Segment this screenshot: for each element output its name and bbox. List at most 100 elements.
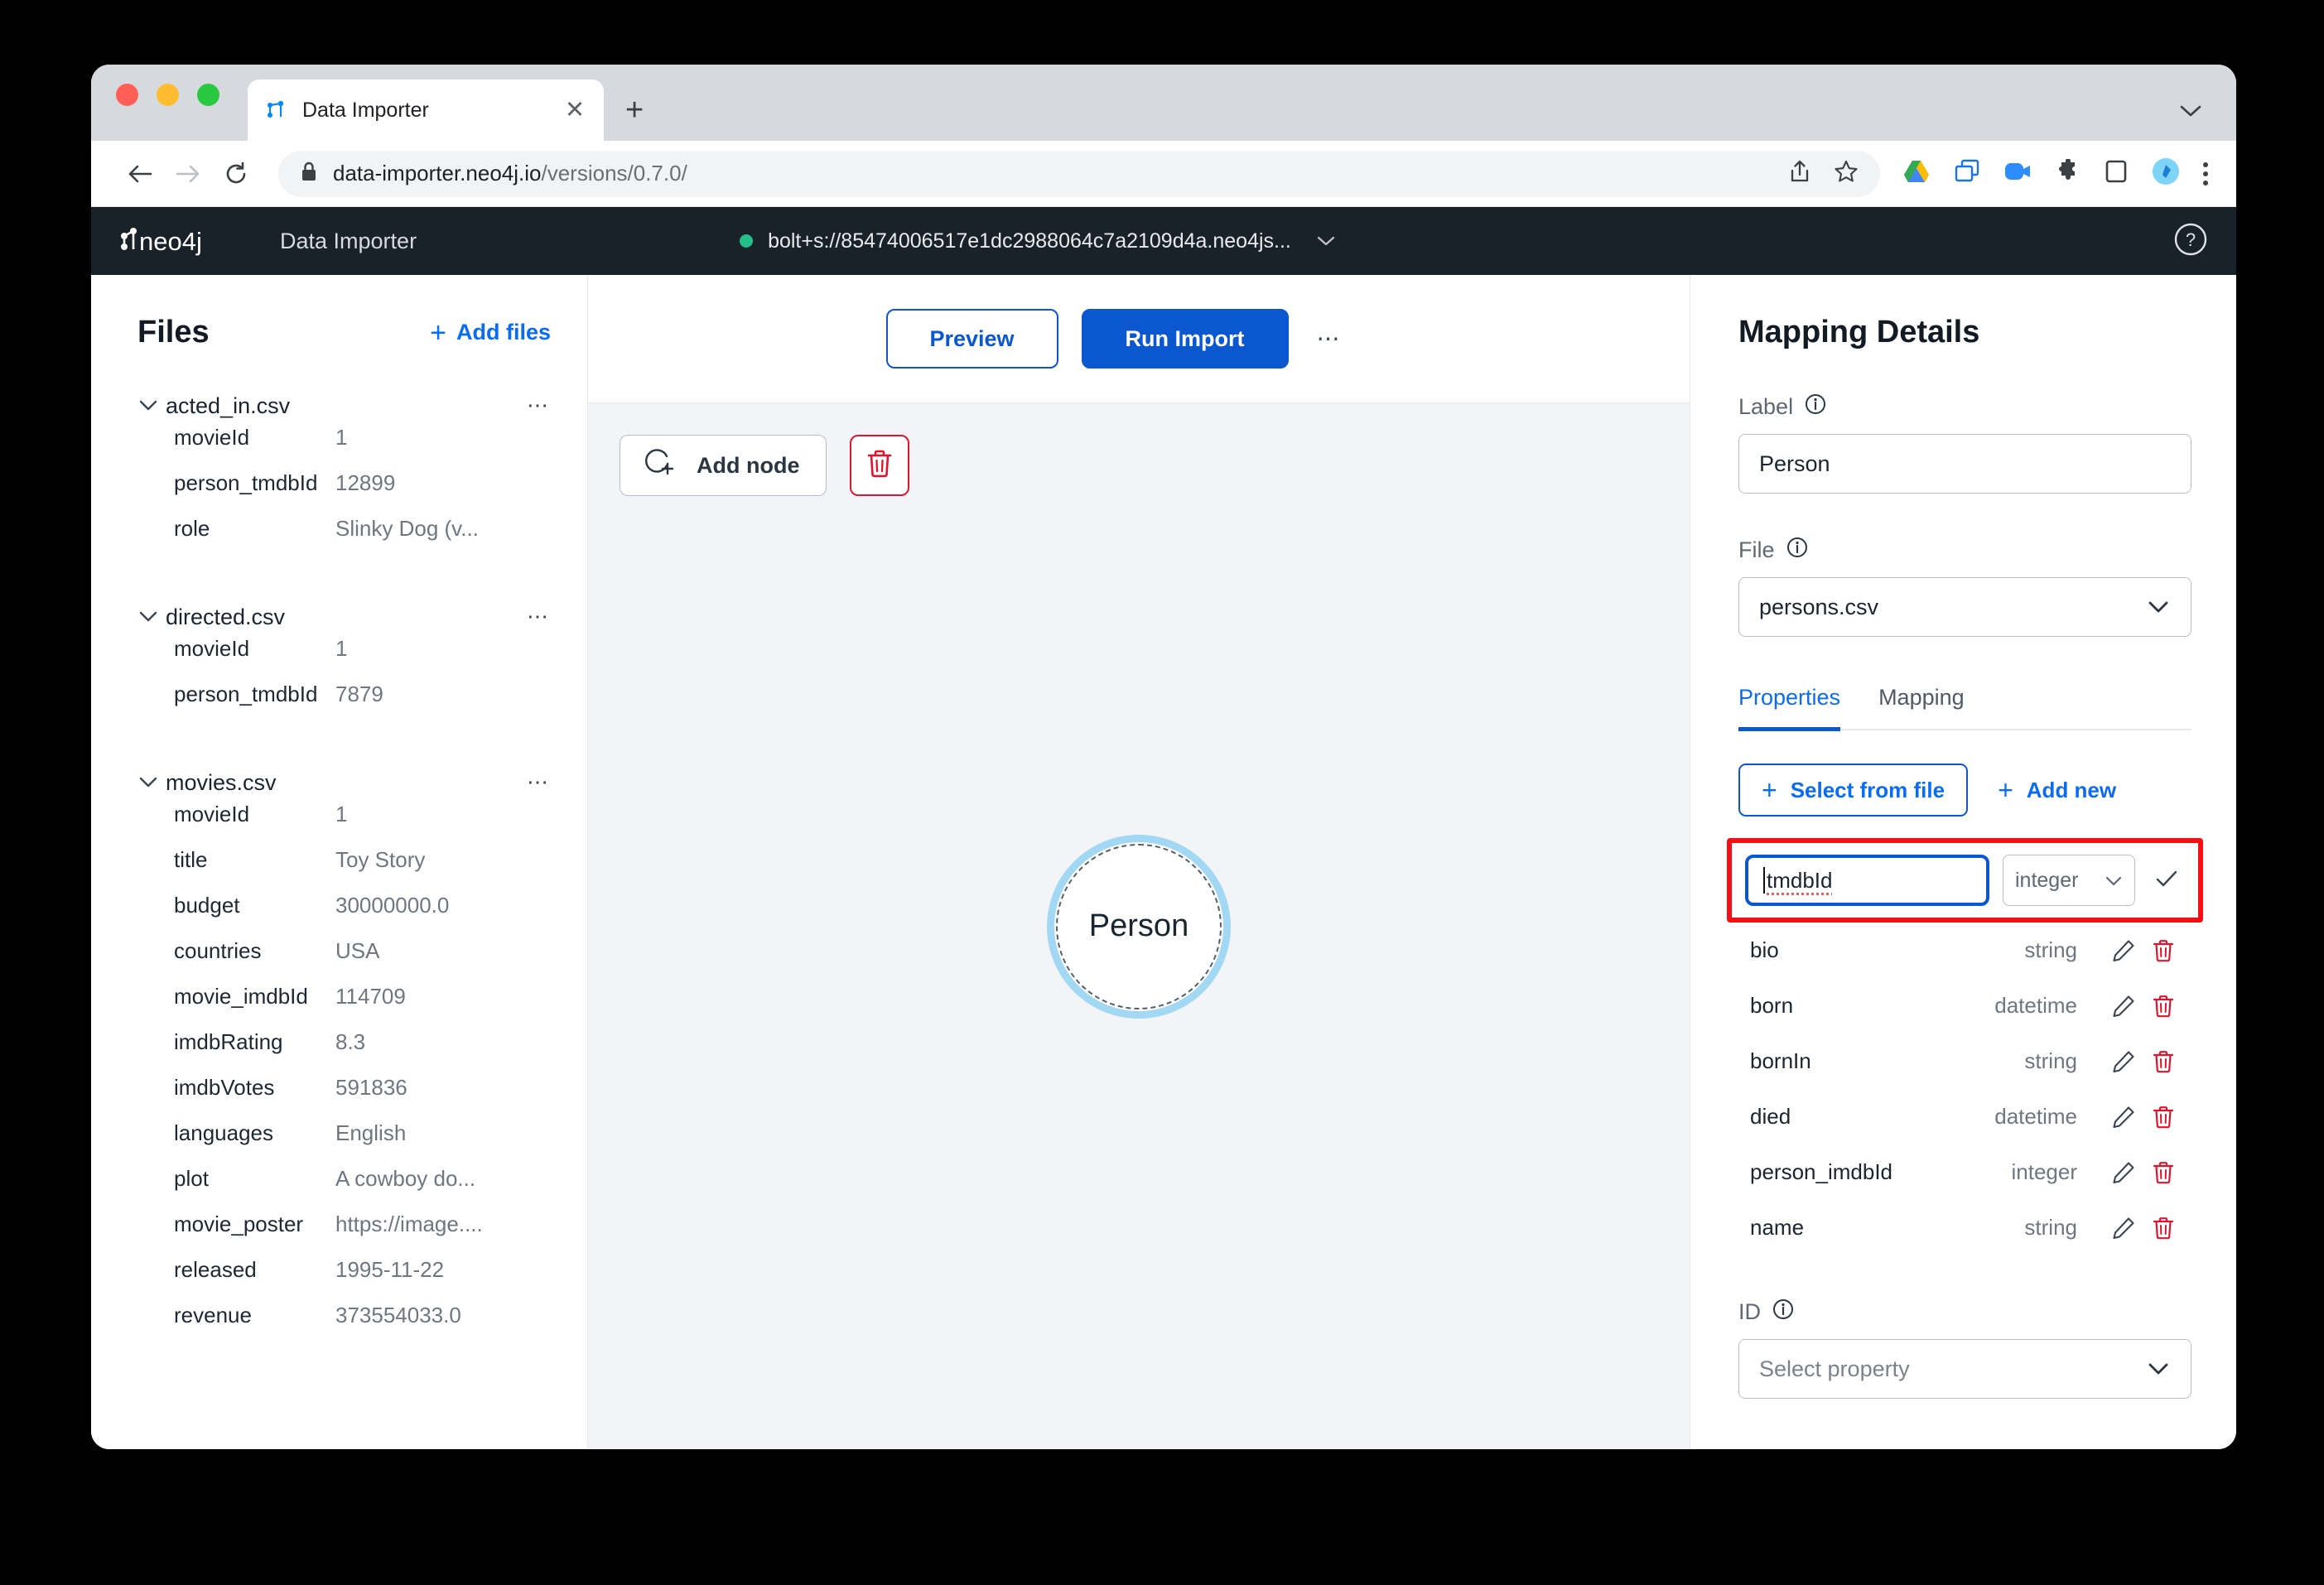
pencil-icon[interactable]: [2105, 938, 2142, 963]
property-type: datetime: [1994, 1104, 2077, 1130]
field-value: USA: [335, 938, 379, 964]
trash-icon[interactable]: [2142, 1105, 2185, 1130]
pencil-icon[interactable]: [2105, 1216, 2142, 1241]
trash-icon[interactable]: [2142, 994, 2185, 1019]
property-name: bio: [1750, 937, 2024, 963]
trash-icon[interactable]: [2142, 1160, 2185, 1185]
file-field-row: movieId 1: [91, 636, 587, 682]
file-field-row: movie_imdbId 114709: [91, 984, 587, 1029]
puzzle-icon[interactable]: [2056, 159, 2081, 188]
field-key: role: [174, 516, 335, 542]
preview-button[interactable]: Preview: [886, 309, 1058, 369]
back-arrow-icon[interactable]: [116, 150, 164, 198]
three-dots-icon[interactable]: ⋯: [1317, 332, 1343, 346]
panel-title: Mapping Details: [1738, 315, 2191, 350]
share-icon[interactable]: [1789, 159, 1811, 188]
trash-icon[interactable]: [2142, 938, 2185, 963]
text-caret: [1763, 867, 1765, 894]
label-input[interactable]: Person: [1738, 434, 2191, 494]
info-icon[interactable]: [1772, 1298, 1794, 1326]
chevron-down-icon[interactable]: [137, 606, 166, 628]
field-value: 373554033.0: [335, 1303, 461, 1328]
chevron-down-icon[interactable]: [1316, 230, 1336, 252]
property-name: name: [1750, 1215, 2024, 1241]
neo4j-logo-icon[interactable]: neo4j: [118, 224, 234, 258]
field-value: 591836: [335, 1075, 407, 1101]
trash-icon[interactable]: [2142, 1216, 2185, 1241]
info-icon[interactable]: [1786, 537, 1808, 564]
property-type-select[interactable]: integer: [2003, 855, 2135, 906]
file-group: movies.csv ⋯ movieId 1 title Toy Story b…: [91, 764, 587, 1348]
property-row: born datetime: [1738, 978, 2191, 1033]
reload-icon[interactable]: [212, 150, 260, 198]
three-dots-icon[interactable]: ⋯: [527, 610, 551, 624]
maximize-window-button[interactable]: [197, 84, 219, 106]
screenshot-icon[interactable]: [1955, 159, 1979, 188]
help-circle-icon[interactable]: ?: [2173, 222, 2208, 261]
tab-properties[interactable]: Properties: [1738, 685, 1840, 731]
delete-node-button[interactable]: [850, 435, 909, 496]
tab-mapping[interactable]: Mapping: [1878, 685, 1965, 729]
property-type: string: [2024, 1048, 2077, 1074]
id-property-select[interactable]: Select property: [1738, 1339, 2191, 1399]
lock-icon: [300, 161, 318, 186]
browser-window: Data Importer ✕ +: [91, 65, 2236, 1449]
graph-canvas[interactable]: Add node: [588, 403, 1690, 1449]
close-window-button[interactable]: [116, 84, 138, 106]
select-from-file-button[interactable]: + Select from file: [1738, 764, 1968, 817]
sidepanel-icon[interactable]: [2105, 159, 2127, 188]
file-select-value: persons.csv: [1759, 595, 1878, 620]
profile-avatar-icon[interactable]: [2152, 157, 2180, 190]
property-type: datetime: [1994, 993, 2077, 1019]
file-group-header[interactable]: directed.csv ⋯: [91, 598, 587, 636]
file-field-row: imdbVotes 591836: [91, 1075, 587, 1120]
confirm-property-button[interactable]: [2148, 869, 2185, 893]
star-icon[interactable]: [1834, 159, 1859, 188]
google-drive-icon[interactable]: [1903, 159, 1930, 188]
chevron-down-icon[interactable]: [137, 395, 166, 417]
add-new-property-button[interactable]: + Add new: [1998, 777, 2116, 803]
plus-icon[interactable]: +: [625, 94, 644, 126]
pencil-icon[interactable]: [2105, 1105, 2142, 1130]
minimize-window-button[interactable]: [157, 84, 179, 106]
info-icon[interactable]: [1805, 393, 1826, 421]
pencil-icon[interactable]: [2105, 1160, 2142, 1185]
field-key: movieId: [174, 636, 335, 662]
field-value: 30000000.0: [335, 893, 449, 918]
close-icon[interactable]: ✕: [562, 99, 587, 123]
field-key: released: [174, 1257, 335, 1283]
add-files-button[interactable]: + Add files: [430, 319, 551, 347]
forward-arrow-icon[interactable]: [164, 150, 212, 198]
url-bar[interactable]: data-importer.neo4j.io/versions/0.7.0/: [278, 151, 1880, 197]
property-name: person_imdbId: [1750, 1159, 2012, 1185]
file-group-header[interactable]: movies.csv ⋯: [91, 764, 587, 802]
add-node-button[interactable]: Add node: [620, 435, 827, 496]
graph-node-person[interactable]: Person: [1047, 835, 1231, 1019]
file-field-row: person_tmdbId 12899: [91, 470, 587, 516]
label-text: Label: [1738, 394, 1793, 420]
zoom-icon[interactable]: [2004, 160, 2031, 187]
field-key: countries: [174, 938, 335, 964]
file-field-row: movieId 1: [91, 425, 587, 470]
browser-tab[interactable]: Data Importer ✕: [248, 79, 604, 141]
chevron-down-icon[interactable]: [2178, 99, 2203, 124]
file-field-row: role Slinky Dog (v...: [91, 516, 587, 561]
property-type: string: [2024, 937, 2077, 963]
connection-selector[interactable]: bolt+s://85474006517e1dc2988064c7a2109d4…: [740, 229, 1336, 253]
file-field-row: movie_poster https://image....: [91, 1212, 587, 1257]
canvas-toolbar: Preview Run Import ⋯: [588, 275, 1690, 403]
file-group-header[interactable]: acted_in.csv ⋯: [91, 387, 587, 425]
three-dots-vertical-icon[interactable]: [2203, 162, 2208, 185]
trash-icon[interactable]: [2142, 1049, 2185, 1074]
file-group: acted_in.csv ⋯ movieId 1 person_tmdbId 1…: [91, 387, 587, 561]
property-type: integer: [2012, 1159, 2078, 1185]
property-name-input[interactable]: tmdbId: [1745, 855, 1989, 906]
pencil-icon[interactable]: [2105, 1049, 2142, 1074]
three-dots-icon[interactable]: ⋯: [527, 399, 551, 412]
chevron-down-icon[interactable]: [137, 772, 166, 793]
run-import-button[interactable]: Run Import: [1082, 309, 1289, 369]
file-field-row: movieId 1: [91, 802, 587, 847]
pencil-icon[interactable]: [2105, 994, 2142, 1019]
three-dots-icon[interactable]: ⋯: [527, 776, 551, 789]
file-select[interactable]: persons.csv: [1738, 577, 2191, 637]
